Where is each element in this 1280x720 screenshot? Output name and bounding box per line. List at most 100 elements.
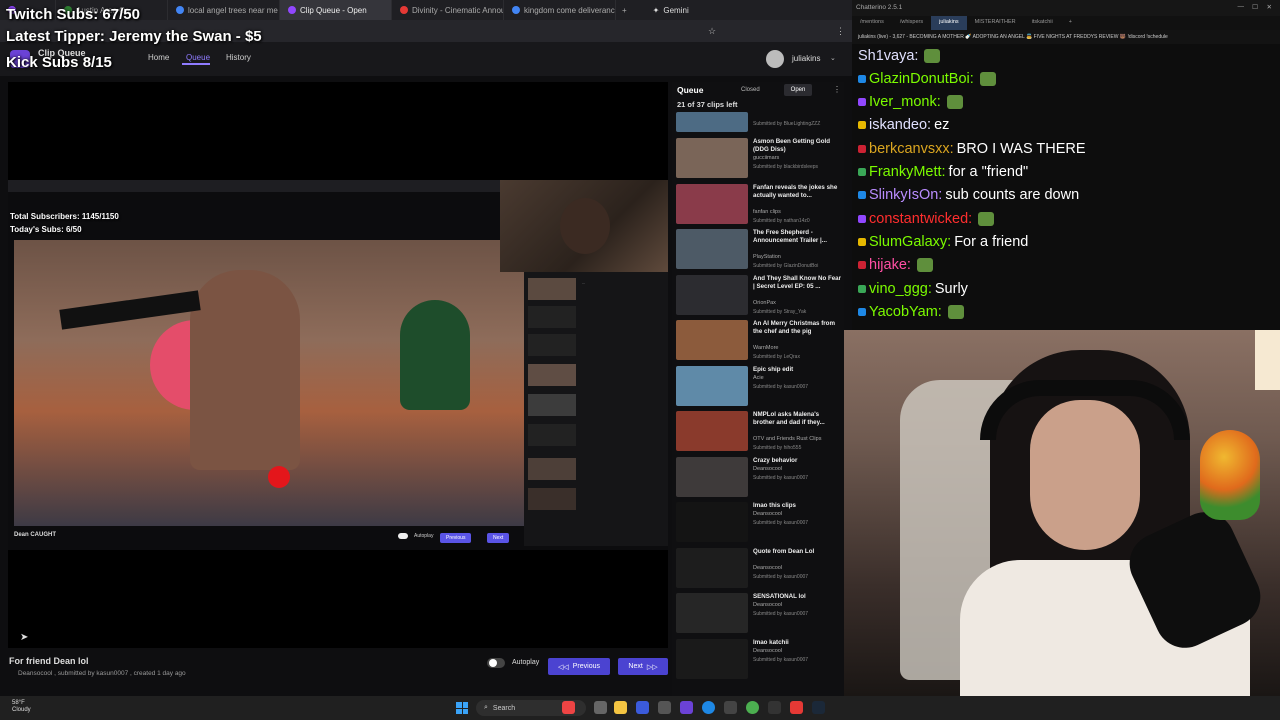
chat-message: GlazinDonutBoi: [858,67,996,90]
queue-item[interactable]: Submitted by BlueLightingZZZ [676,112,842,134]
user-menu-chevron-icon[interactable]: ⌄ [830,54,836,62]
queue-item-thumbnail [676,502,748,542]
chat-username[interactable]: FrankyMett: [869,164,946,180]
browser-tab[interactable]: local angel trees near me - G... [168,0,280,20]
autoplay-toggle[interactable] [487,658,505,668]
file-explorer-icon[interactable] [614,701,627,714]
chat-username[interactable]: YacobYam: [869,304,942,320]
chat-app-title: Chatterino 2.5.1 [856,4,903,11]
obs-icon[interactable] [768,701,781,714]
red-ornament-shape [268,466,290,488]
weather-widget[interactable]: 58°F Cloudy [12,700,31,714]
browser-tab[interactable]: kingdom come deliverance [504,0,616,20]
queue-item-thumbnail [676,229,748,269]
chat-emote-icon [947,304,964,319]
tab-favicon-icon [288,6,296,14]
chat-tab-whispers[interactable]: /whispers [892,16,931,30]
queue-more-icon[interactable]: ⋮ [833,85,841,94]
bookmark-star-icon[interactable]: ☆ [708,26,716,37]
chat-text: sub counts are down [945,187,1080,204]
chat-text: for a "friend" [948,164,1029,180]
queue-item-submitter: Submitted by kasun0007 [753,611,809,617]
app-icon[interactable] [790,701,803,714]
new-tab-button[interactable]: + [616,6,633,15]
queue-item[interactable]: Crazy behavior Deansocool Submitted by kas… [676,455,842,499]
queue-item[interactable]: SENSATIONAL lol Deansocool Submitted by ka… [676,591,842,635]
queue-item-thumbnail [676,593,748,633]
chat-username[interactable]: iskandeo: [869,117,931,133]
queue-item-submitter: Submitted by Stray_Yak [753,308,807,315]
queue-item-title: Quote from Dean Lol [753,547,815,555]
chat-username[interactable]: GlazinDonutBoi: [869,71,974,87]
app-icon[interactable] [724,701,737,714]
chat-tab-mentions[interactable]: /mentions [852,16,892,30]
next-button[interactable]: Next ▷▷ [618,658,668,675]
discord-icon[interactable] [680,701,693,714]
queue-item[interactable]: lmao katchii Deansocool Submitted by kasun… [676,637,842,681]
queue-item-title: NMPLol asks Malena's brother and dad if … [753,411,825,426]
queue-item[interactable]: Fanfan reveals the jokes she actually wa… [676,182,842,226]
app-icon[interactable] [562,701,575,714]
queue-item[interactable]: And They Shall Know No Fear | Secret Lev… [676,273,842,317]
chat-tab-juliakins[interactable]: juliakins [931,16,967,30]
browser-tab[interactable]: Divinity - Cinematic Announ... [392,0,504,20]
queue-item-submitter: Submitted by kasun0007 [753,383,809,390]
gemini-button[interactable]: ✦ Gemini [653,6,689,15]
username-label[interactable]: juliakins [792,54,820,63]
chat-badge-icon [858,121,866,130]
windows-start-icon[interactable] [456,702,468,714]
chrome-icon[interactable] [746,701,759,714]
queue-item-channel: OTV and Friends Rust Clips [753,436,822,442]
chat-add-tab-icon[interactable]: + [1061,16,1080,30]
queue-item[interactable]: NMPLol asks Malena's brother and dad if … [676,409,842,453]
queue-item[interactable]: Asmon Been Getting Gold (DDG Diss) guccii… [676,136,842,180]
queue-item-title: Crazy behavior [753,456,798,464]
queue-item[interactable]: lmao this clips Deansocool Submitted by ka… [676,500,842,544]
queue-item-submitter: Submitted by kasun0007 [753,573,809,580]
browser-menu-icon[interactable]: ⋮ [836,26,845,37]
chat-tab-misteraither[interactable]: MISTERAITHER [967,16,1024,30]
close-icon[interactable]: ✕ [1267,3,1272,11]
chat-username[interactable]: constantwicked: [869,211,972,227]
steam-icon[interactable] [812,701,825,714]
gemini-icon: ✦ [652,5,660,15]
chat-badge-icon [858,168,866,176]
queue-closed-toggle[interactable]: Closed [741,87,760,93]
queue-item[interactable]: An AI Merry Christmas from the chef and … [676,318,842,362]
queue-item[interactable]: The Free Shepherd - Announcement Trailer… [676,227,842,271]
chat-username[interactable]: hijake: [869,257,911,273]
previous-button[interactable]: ◁◁ Previous [548,658,610,675]
chat-username[interactable]: SlinkyIsOn: [869,187,942,203]
queue-item[interactable]: Epic ship edit Acie Submitted by kasun0007 [676,364,842,408]
chat-badge-icon [858,214,866,223]
chat-tab-itskatchii[interactable]: itskatchii [1024,16,1061,30]
queue-open-toggle[interactable]: Open [784,84,812,96]
next-icon: ▷▷ [646,663,658,671]
queue-item-channel: OrionPax [753,299,776,306]
next-label: Next [628,663,643,670]
avatar[interactable] [766,50,784,68]
youtube-icon [400,6,408,14]
nav-queue[interactable]: Queue [186,53,210,62]
app-icon[interactable] [636,701,649,714]
chat-text: For a friend [954,233,1029,250]
app-icon[interactable] [658,701,671,714]
queue-item-channel: Deansocool [753,465,783,472]
nav-home[interactable]: Home [148,53,169,62]
queue-item-channel: Deansocool [753,564,783,571]
parrot-shape [1200,430,1260,520]
task-view-icon[interactable] [594,701,607,714]
chat-username[interactable]: Iver_monk: [869,94,941,110]
chat-username[interactable]: SlumGalaxy: [869,234,951,250]
browser-tab-active[interactable]: Clip Queue - Open [280,0,392,20]
minimize-icon[interactable]: — [1238,3,1245,10]
maximize-icon[interactable]: ☐ [1252,3,1258,11]
edge-icon[interactable] [702,701,715,714]
chat-username[interactable]: Sh1vaya: [858,48,918,64]
inner-autoplay-toggle [398,533,408,539]
queue-item-submitter: Submitted by BlueLightingZZZ [753,121,821,127]
nav-history[interactable]: History [226,53,251,62]
chat-username[interactable]: vino_ggg: [869,281,932,297]
chat-username[interactable]: berkcanvsxx: [869,141,954,157]
queue-item[interactable]: Quote from Dean Lol Deansocool Submitted b… [676,546,842,590]
